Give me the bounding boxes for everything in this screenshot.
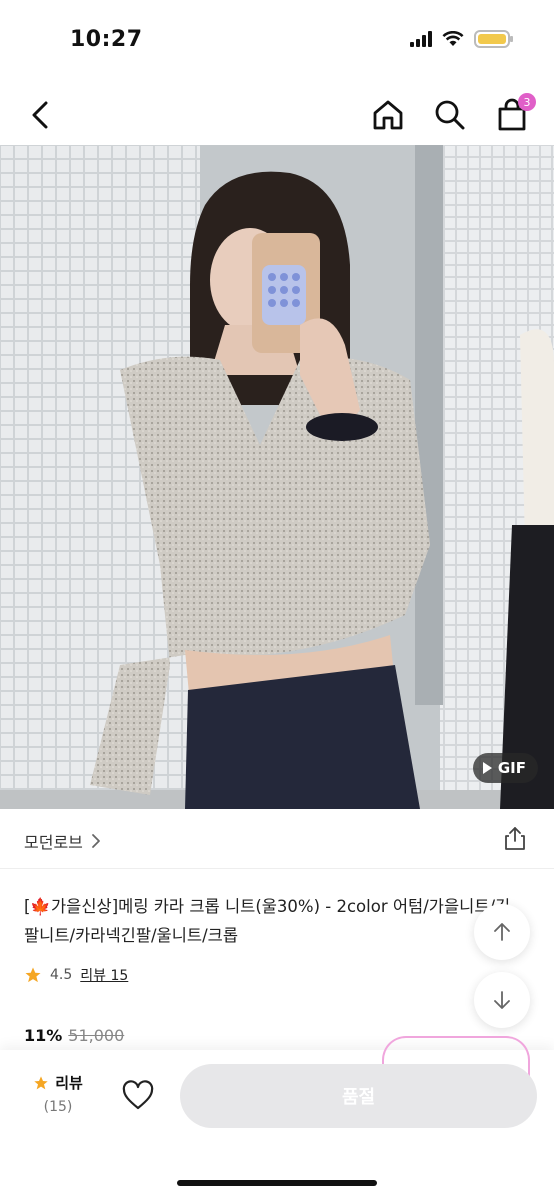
bottom-action-bar: 리뷰 (15) 품절 (0, 1036, 554, 1200)
scroll-down-button[interactable] (474, 972, 530, 1028)
heart-icon (122, 1080, 154, 1110)
review-label: 리뷰 (55, 1074, 83, 1092)
share-button[interactable] (502, 825, 528, 851)
home-button[interactable] (368, 95, 408, 135)
arrow-down-icon (494, 991, 510, 1009)
scroll-up-button[interactable] (474, 904, 530, 960)
cart-count-badge: 3 (518, 93, 536, 111)
share-icon (505, 827, 525, 850)
product-photo (0, 145, 554, 809)
wifi-icon (442, 31, 464, 46)
gif-badge[interactable]: GIF (472, 753, 538, 783)
chevron-left-icon (32, 101, 48, 129)
arrow-up-icon (494, 923, 510, 941)
search-button[interactable] (430, 95, 470, 135)
home-indicator (177, 1180, 377, 1186)
play-icon (482, 762, 492, 774)
status-icons (410, 30, 513, 48)
back-button[interactable] (22, 95, 62, 135)
product-title: [🍁가을신상]메링 카라 크롭 니트(울30%) - 2color 어텀/가을니… (24, 897, 511, 945)
search-icon (435, 100, 465, 130)
status-bar: 10:27 (0, 0, 554, 80)
nav-actions: 3 (368, 93, 536, 135)
rating-row: 4.5 리뷰 15 (24, 965, 128, 985)
cart-button[interactable]: 3 (492, 93, 536, 135)
product-image[interactable]: GIF (0, 145, 554, 809)
home-icon (373, 100, 403, 130)
brand-row: 모던로브 (0, 809, 554, 869)
brand-name: 모던로브 (24, 833, 83, 852)
discount-rate: 11% (24, 1026, 63, 1045)
review-count: (15) (43, 1099, 73, 1115)
star-icon (34, 1075, 48, 1089)
nav-bar: 3 (0, 85, 554, 145)
wishlist-button[interactable] (120, 1078, 156, 1114)
brand-link[interactable]: 모던로브 (24, 829, 101, 853)
price-row: 11% 51,000 (24, 1026, 124, 1045)
original-price: 51,000 (68, 1026, 125, 1045)
soldout-button[interactable]: 품절 (180, 1064, 537, 1128)
rating-value: 4.5 (50, 967, 73, 983)
review-link[interactable]: 리뷰 15 (80, 965, 128, 985)
cellular-signal-icon (410, 31, 432, 47)
review-summary-button[interactable]: 리뷰 (15) (28, 1072, 88, 1115)
chevron-right-icon (91, 834, 100, 848)
gif-label: GIF (497, 759, 526, 777)
status-time: 10:27 (70, 27, 143, 52)
star-icon (25, 967, 41, 983)
battery-icon (474, 30, 513, 48)
